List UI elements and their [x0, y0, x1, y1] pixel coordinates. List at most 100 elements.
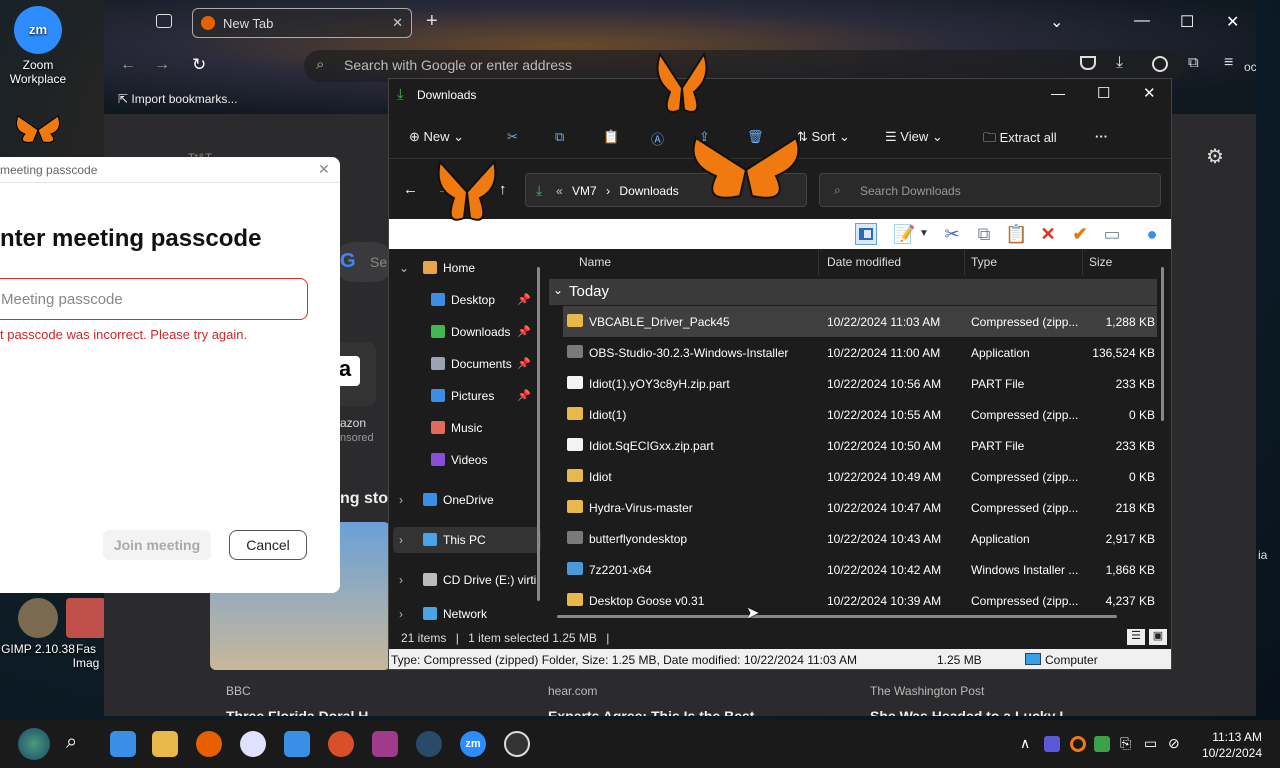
news-title-1[interactable]: Three Florida Doral H... — [226, 708, 416, 716]
obs-icon[interactable] — [504, 731, 530, 757]
chevron-right-icon[interactable]: › — [399, 493, 403, 507]
chevron-right-icon[interactable]: › — [399, 533, 403, 547]
join-meeting-button[interactable]: Join meeting — [103, 530, 211, 560]
cancel-button[interactable]: Cancel — [229, 530, 307, 560]
sidebar-item-home[interactable]: ⌄ Home — [393, 255, 541, 281]
new-tab-button[interactable]: + — [426, 10, 438, 33]
menu-icon[interactable]: ≡ — [1224, 54, 1233, 72]
account-icon[interactable] — [1152, 56, 1168, 72]
app-icon[interactable] — [328, 731, 354, 757]
group-header-today[interactable]: ⌄ Today — [549, 279, 1157, 305]
paste-icon[interactable]: 📋 — [603, 129, 619, 145]
firefox-icon[interactable] — [196, 731, 222, 757]
display-tray-icon[interactable]: ▭ — [1144, 735, 1157, 752]
column-type[interactable]: Type — [965, 249, 1083, 275]
table-row[interactable]: Desktop Goose v0.31 10/22/2024 10:39 AM Co… — [563, 585, 1157, 616]
column-size[interactable]: Size — [1083, 249, 1161, 275]
sidebar-item-desktop[interactable]: Desktop 📌 — [393, 287, 541, 313]
horizontal-scrollbar[interactable] — [557, 615, 1117, 618]
breadcrumb-vm7[interactable]: VM7 — [572, 184, 597, 198]
sidebar-item-pictures[interactable]: Pictures 📌 — [393, 383, 541, 409]
vertical-scrollbar[interactable] — [1161, 267, 1164, 421]
news-title-2[interactable]: Experts Agree: This Is the Best... — [548, 708, 798, 716]
table-row[interactable]: OBS-Studio-30.2.3-Windows-Installer 10/22… — [563, 337, 1157, 368]
classic-options-icon[interactable]: ● — [1141, 223, 1163, 245]
table-row[interactable]: butterflyondesktop 10/22/2024 10:43 AM App… — [563, 523, 1157, 554]
search-icon[interactable]: ⌕ — [66, 731, 92, 757]
nav-back-icon[interactable]: ← — [403, 181, 418, 198]
usb-tray-icon[interactable]: ⎘ — [1120, 735, 1131, 752]
preview-pane-icon[interactable] — [855, 223, 877, 245]
close-icon[interactable]: ✕ — [1226, 12, 1239, 32]
list-all-tabs-icon[interactable]: ⌄ — [1050, 12, 1063, 32]
defender-tray-icon[interactable] — [1094, 736, 1110, 752]
pocket-icon[interactable] — [1080, 56, 1096, 70]
copy-icon[interactable]: ⧉ — [555, 129, 564, 145]
classic-rename-icon[interactable]: ▭ — [1101, 223, 1123, 245]
column-name[interactable]: Name — [573, 249, 819, 275]
minimize-icon[interactable]: — — [1134, 12, 1150, 30]
chevron-right-icon[interactable]: › — [399, 607, 403, 621]
zoom-desktop-icon[interactable]: zm Zoom Workplace — [0, 6, 76, 86]
import-bookmarks[interactable]: ⇱ Import bookmarks... — [118, 92, 237, 106]
explorer-maximize-icon[interactable]: ☐ — [1097, 84, 1110, 102]
explorer-close-icon[interactable]: ✕ — [1143, 84, 1156, 102]
classic-paste-icon[interactable]: 📋 — [1005, 223, 1027, 245]
back-icon[interactable]: ← — [120, 56, 136, 74]
file-explorer-icon[interactable] — [152, 731, 178, 757]
tab-new-tab[interactable]: New Tab ✕ — [192, 8, 412, 38]
zoom-icon[interactable]: zm — [460, 731, 486, 757]
table-row[interactable]: Idiot 10/22/2024 10:49 AM Compressed (zipp… — [563, 461, 1157, 492]
table-row[interactable]: Idiot.SqECIGxx.zip.part 10/22/2024 10:50 … — [563, 430, 1157, 461]
meeting-passcode-input[interactable]: Meeting passcode — [0, 278, 308, 320]
butterfly-desktop-icon[interactable] — [0, 112, 76, 151]
column-date-modified[interactable]: Date modified — [821, 249, 965, 275]
view-button[interactable]: ☰ View ⌄ — [885, 129, 943, 145]
table-row[interactable]: Idiot(1).yOY3c8yH.zip.part 10/22/2024 10:… — [563, 368, 1157, 399]
sidebar-item-cd-drive-e-virti[interactable]: › CD Drive (E:) virti — [393, 567, 541, 593]
classic-copy-icon[interactable]: ⧉ — [973, 223, 995, 245]
more-options-button[interactable]: ··· — [1095, 129, 1108, 144]
news-title-3[interactable]: She Was Headed to a Lucky L... — [870, 708, 1120, 716]
classic-check-icon[interactable]: ✔ — [1069, 223, 1091, 245]
itunes-icon[interactable] — [240, 731, 266, 757]
cut-icon[interactable]: ✂ — [507, 129, 518, 145]
settings-gear-icon[interactable]: ⚙ — [1206, 144, 1224, 169]
classic-delete-icon[interactable]: ✕ — [1037, 223, 1059, 245]
tray-chevron-icon[interactable]: ∧ — [1020, 735, 1030, 752]
classic-cut-icon[interactable]: ✂ — [941, 223, 963, 245]
google-search-box[interactable]: G Se — [334, 242, 394, 282]
properties-dropdown-icon[interactable]: ▼ — [919, 223, 929, 245]
new-button[interactable]: ⊕ New ⌄ — [409, 129, 464, 145]
details-view-icon[interactable]: ☰ — [1127, 629, 1145, 645]
network-tray-icon[interactable]: ⊘ — [1168, 735, 1180, 752]
properties-icon[interactable]: 📝 — [893, 223, 915, 245]
teams-tray-icon[interactable] — [1044, 736, 1060, 752]
task-view-icon[interactable] — [110, 731, 136, 757]
store-icon[interactable] — [284, 731, 310, 757]
sidebar-item-music[interactable]: Music — [393, 415, 541, 441]
tab-list-icon[interactable] — [156, 14, 172, 28]
table-row[interactable]: VBCABLE_Driver_Pack45 10/22/2024 11:03 AM… — [563, 306, 1157, 337]
zoom-dialog-close-icon[interactable]: ✕ — [318, 161, 330, 178]
table-row[interactable]: Hydra-Virus-master 10/22/2024 10:47 AM Com… — [563, 492, 1157, 523]
sidebar-item-videos[interactable]: Videos — [393, 447, 541, 473]
rename-icon[interactable]: Ⓐ — [651, 129, 664, 148]
steam-icon[interactable] — [416, 731, 442, 757]
winrar-icon[interactable] — [372, 731, 398, 757]
search-tray-icon[interactable] — [1070, 736, 1086, 752]
chevron-down-icon[interactable]: ⌄ — [399, 261, 409, 275]
explorer-minimize-icon[interactable]: — — [1051, 85, 1065, 101]
tab-close-icon[interactable]: ✕ — [392, 15, 403, 31]
breadcrumb-overflow[interactable]: « — [556, 184, 563, 198]
start-icon[interactable] — [18, 728, 50, 760]
table-row[interactable]: 7z2201-x64 10/22/2024 10:42 AM Windows Ins… — [563, 554, 1157, 585]
maximize-icon[interactable]: ☐ — [1180, 12, 1194, 32]
sidebar-item-documents[interactable]: Documents 📌 — [393, 351, 541, 377]
table-row[interactable]: Idiot(1) 10/22/2024 10:55 AM Compressed (z… — [563, 399, 1157, 430]
sidebar-scrollbar[interactable] — [537, 267, 540, 601]
reload-icon[interactable]: ↻ — [192, 55, 206, 75]
sidebar-item-downloads[interactable]: Downloads 📌 — [393, 319, 541, 345]
forward-icon[interactable]: → — [154, 56, 170, 74]
downloads-icon[interactable]: ⤓ — [1116, 54, 1123, 72]
